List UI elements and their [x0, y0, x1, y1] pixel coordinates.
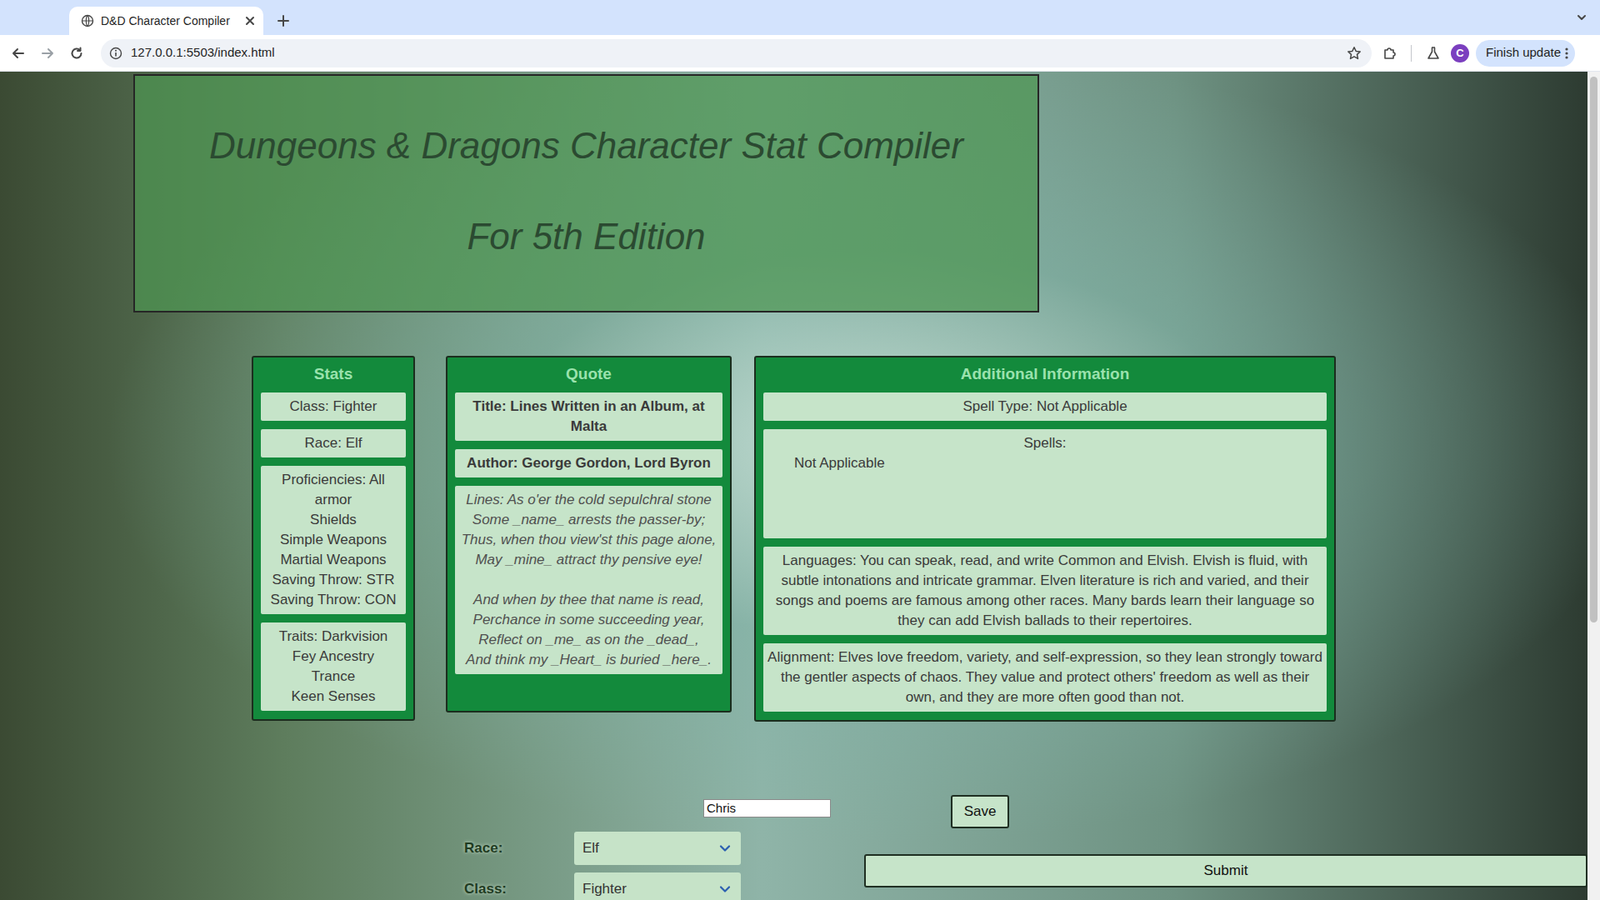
- stats-item-line: Trance: [263, 666, 404, 687]
- tab-search-icon[interactable]: [1570, 5, 1594, 30]
- submit-button[interactable]: Submit: [864, 854, 1588, 888]
- stats-item: Class: Fighter: [260, 392, 406, 421]
- site-info-icon[interactable]: [109, 46, 123, 60]
- bookmark-star-icon[interactable]: [1346, 45, 1362, 61]
- page-title: Dungeons & Dragons Character Stat Compil…: [135, 125, 1038, 167]
- spell-type-text: Spell Type: Not Applicable: [962, 398, 1127, 415]
- save-button[interactable]: Save: [950, 795, 1010, 829]
- quote-line: And think my _Heart_ is buried _here_.: [457, 650, 720, 670]
- stats-item-line: Saving Throw: CON: [263, 590, 404, 610]
- quote-title-text: Title: Lines Written in an Album, at Mal…: [472, 398, 705, 435]
- quote-title: Title: Lines Written in an Album, at Mal…: [455, 392, 723, 441]
- finish-update-button[interactable]: Finish update: [1475, 40, 1575, 67]
- alignment: Alignment: Elves love freedom, variety, …: [763, 643, 1327, 712]
- race-select[interactable]: Elf: [574, 831, 741, 865]
- stats-panel: Stats Class: Fighter Race: Elf Proficiencie…: [251, 355, 415, 721]
- name-save-row: Save: [0, 795, 1588, 829]
- stats-item-line: Saving Throw: STR: [263, 570, 404, 590]
- spells-list: Not Applicable: [765, 453, 1325, 474]
- stats-item-line: Proficiencies: All armor: [263, 470, 404, 510]
- quote-author: Author: George Gordon, Lord Byron: [455, 449, 723, 478]
- quote-author-text: Author: George Gordon, Lord Byron: [466, 455, 711, 471]
- extensions-icon[interactable]: [1375, 38, 1405, 68]
- new-tab-icon[interactable]: [271, 9, 295, 33]
- selection-form: Race: Elf Class: Fighter Submit: [0, 831, 1588, 900]
- page-content: Dungeons & Dragons Character Stat Compil…: [0, 71, 1588, 900]
- alignment-text: Alignment: Elves love freedom, variety, …: [767, 649, 1323, 705]
- dropdown-chevron-icon[interactable]: [719, 844, 731, 853]
- quote-line: Reflect on _me_ as on the _dead_,: [457, 630, 720, 650]
- close-tab-icon[interactable]: [245, 15, 255, 26]
- page-header: Dungeons & Dragons Character Stat Compil…: [133, 74, 1040, 313]
- race-label: Race:: [464, 837, 575, 860]
- reload-icon[interactable]: [61, 38, 91, 68]
- tab-title[interactable]: D&D Character Compiler: [100, 12, 239, 30]
- quote-lines: Lines: As o'er the cold sepulchral stone…: [455, 485, 723, 675]
- labs-flask-icon[interactable]: [1418, 38, 1448, 68]
- race-select-value[interactable]: Elf: [582, 837, 600, 860]
- quote-line: Perchance in some succeeding year,: [457, 610, 720, 630]
- stats-item-line: Traits: Darkvision: [263, 626, 404, 647]
- browser-window: D&D Character Compiler 127.0.0.1:5503/in…: [0, 0, 1600, 900]
- panels-row: Stats Class: Fighter Race: Elf Proficiencie…: [0, 355, 1588, 722]
- dropdown-chevron-icon[interactable]: [719, 885, 731, 894]
- menu-kebab-icon[interactable]: [1564, 45, 1570, 61]
- quote-line: Lines: As o'er the cold sepulchral stone: [457, 490, 720, 510]
- stats-item: Traits: DarkvisionFey AncestryTranceKeen…: [260, 622, 406, 711]
- profile-avatar[interactable]: C: [1450, 44, 1470, 63]
- languages: Languages: You can speak, read, and writ…: [763, 546, 1327, 635]
- stats-item-line: Race: Elf: [263, 433, 404, 454]
- browser-tab[interactable]: D&D Character Compiler: [69, 6, 264, 35]
- class-label: Class:: [464, 878, 575, 900]
- quote-line: And when by thee that name is read,: [457, 590, 720, 610]
- tab-bar: D&D Character Compiler: [0, 0, 1600, 35]
- additional-heading: Additional Information: [763, 357, 1327, 385]
- spell-item: Not Applicable: [794, 453, 1325, 474]
- address-bar[interactable]: 127.0.0.1:5503/index.html: [100, 39, 1372, 68]
- name-input[interactable]: [703, 799, 831, 818]
- scrollbar-thumb[interactable]: [1590, 76, 1598, 623]
- stats-item-line: Fey Ancestry: [263, 646, 404, 667]
- quote-heading: Quote: [455, 357, 723, 385]
- class-select-value[interactable]: Fighter: [582, 878, 627, 900]
- page-subtitle: For 5th Edition: [135, 215, 1038, 258]
- quote-panel: Quote Title: Lines Written in an Album, a…: [445, 355, 732, 713]
- spell-type: Spell Type: Not Applicable: [763, 392, 1327, 421]
- stats-item-line: Class: Fighter: [263, 396, 404, 417]
- globe-icon: [80, 14, 95, 28]
- stats-heading: Stats: [260, 357, 406, 385]
- languages-text: Languages: You can speak, read, and writ…: [775, 552, 1315, 629]
- back-icon[interactable]: [3, 38, 33, 68]
- address-url[interactable]: 127.0.0.1:5503/index.html: [130, 43, 1339, 63]
- spells-label: Spells:: [765, 433, 1325, 454]
- finish-update-label[interactable]: Finish update: [1485, 43, 1561, 63]
- quote-line: May _mine_ attract thy pensive eye!: [457, 550, 720, 570]
- page-viewport: Dungeons & Dragons Character Stat Compil…: [0, 71, 1600, 900]
- quote-line: Thus, when thou view'st this page alone,: [457, 530, 720, 550]
- stats-item-line: Shields: [263, 510, 404, 530]
- forward-icon[interactable]: [32, 38, 62, 68]
- spells-box: Spells:Not Applicable: [763, 429, 1327, 539]
- scrollbar[interactable]: [1587, 71, 1600, 900]
- additional-panel: Additional Information Spell Type: Not Ap…: [754, 355, 1336, 722]
- toolbar-separator: [1410, 45, 1412, 62]
- stats-item: Proficiencies: All armorShieldsSimple We…: [260, 465, 406, 615]
- stats-item: Race: Elf: [260, 429, 406, 458]
- stats-item-line: Keen Senses: [263, 686, 404, 707]
- toolbar: 127.0.0.1:5503/index.html C Finish update: [0, 35, 1600, 72]
- class-select[interactable]: Fighter: [574, 872, 741, 900]
- stats-item-line: Simple Weapons: [263, 530, 404, 550]
- stanza-gap: [457, 570, 720, 590]
- stats-item-line: Martial Weapons: [263, 550, 404, 570]
- quote-line: Some _name_ arrests the passer-by;: [457, 510, 720, 530]
